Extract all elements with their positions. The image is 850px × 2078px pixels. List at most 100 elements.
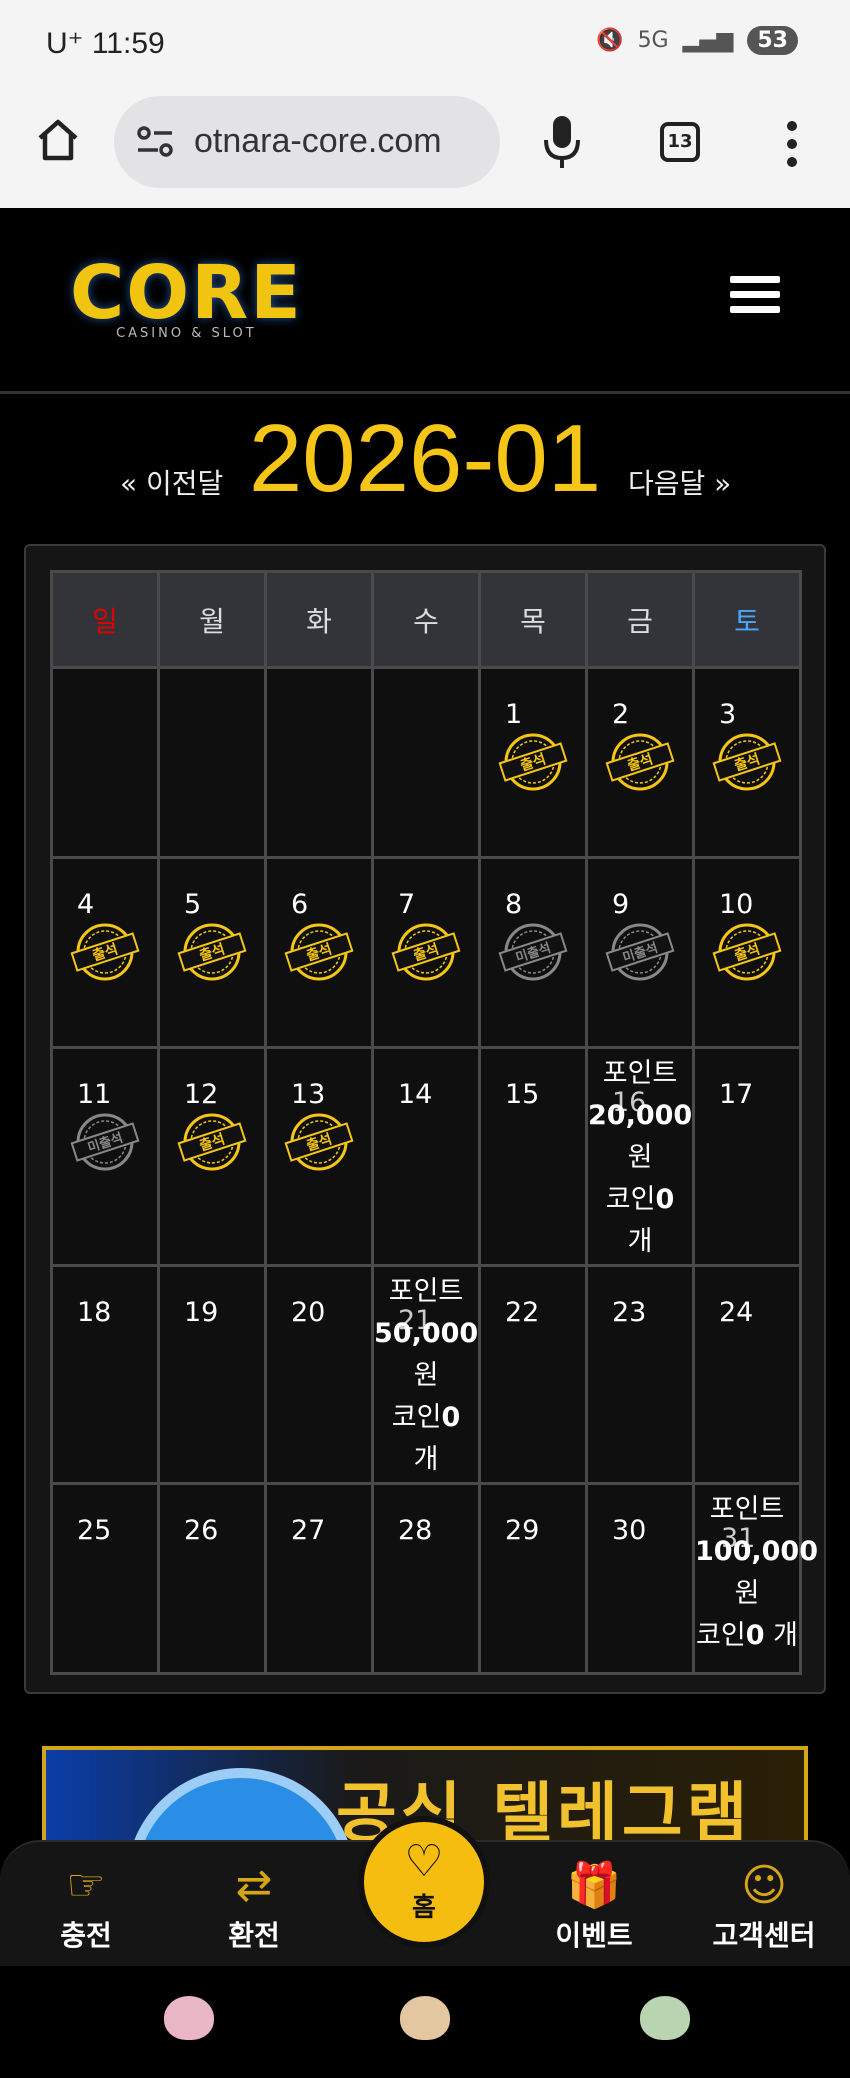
day-number: 28: [398, 1515, 433, 1546]
microphone-icon[interactable]: [540, 112, 584, 172]
calendar-cell: 1 출석: [478, 666, 588, 859]
svg-text:출석: 출석: [197, 1130, 227, 1154]
day-number: 6: [291, 889, 309, 920]
prize-amount: 50,000: [374, 1318, 479, 1349]
prize-amount: 100,000: [695, 1536, 818, 1567]
attended-stamp: 출석: [69, 921, 141, 983]
day-number: 5: [184, 889, 202, 920]
attended-stamp: 출석: [283, 921, 355, 983]
nav-exchange[interactable]: ⇄ 환전: [194, 1858, 314, 1954]
back-nav-icon[interactable]: [640, 1996, 690, 2040]
calendar-cell: 17: [692, 1046, 802, 1267]
signal-icon: ▂▄▆: [682, 28, 734, 53]
weekday-wed: 수: [371, 570, 481, 669]
day-number: 9: [612, 889, 630, 920]
calendar-table: 일 월 화 수 목 금 토 1 출석 2 출석 3 출석 4 출석 5 출석 6 출석 7 출…: [50, 570, 818, 1675]
nav-event[interactable]: 🎁 이벤트: [534, 1858, 654, 1954]
home-nav-icon[interactable]: [400, 1996, 450, 2040]
calendar-cell: 27: [264, 1482, 374, 1675]
prize-coin-unit: 개: [413, 1444, 439, 1475]
weekday-sun: 일: [50, 570, 160, 669]
nav-support[interactable]: ☺ 고객센터: [704, 1858, 824, 1954]
battery-indicator: 53: [747, 26, 798, 55]
calendar-cell: 10 출석: [692, 856, 802, 1049]
prize-info: 포인트 100,000 원 코인0 개: [695, 1485, 818, 1657]
site-header: CORE CASINO & SLOT: [0, 208, 850, 394]
next-month-link[interactable]: 다음달 »: [628, 462, 731, 502]
calendar-cell-empty: [264, 666, 374, 859]
prize-coin-count: 0: [441, 1402, 461, 1433]
day-number: 24: [719, 1297, 754, 1328]
calendar-cell-prize: 16 포인트 20,000 원 코인0 개: [585, 1046, 695, 1267]
calendar-cell: 29: [478, 1482, 588, 1675]
attended-stamp: 출석: [497, 731, 569, 793]
carrier-time: U⁺ 11:59: [46, 27, 165, 60]
svg-text:출석: 출석: [197, 940, 227, 964]
nav-event-label: 이벤트: [555, 1919, 633, 1952]
weekday-fri: 금: [585, 570, 695, 669]
day-number: 20: [291, 1297, 326, 1328]
calendar-cell: 14: [371, 1046, 481, 1267]
home-icon[interactable]: [34, 116, 82, 164]
address-bar[interactable]: otnara-core.com: [114, 96, 500, 188]
attended-stamp: 출석: [176, 1111, 248, 1173]
weekday-sat: 토: [692, 570, 802, 669]
svg-text:출석: 출석: [90, 940, 120, 964]
day-number: 2: [612, 699, 630, 730]
recent-apps-icon[interactable]: [164, 1996, 214, 2040]
prize-coin-count: 0: [745, 1620, 765, 1651]
calendar-cell: 30: [585, 1482, 695, 1675]
site-logo[interactable]: CORE CASINO & SLOT: [70, 256, 303, 341]
calendar-cell-empty: [371, 666, 481, 859]
url-text: otnara-core.com: [194, 122, 442, 160]
svg-text:출석: 출석: [625, 750, 655, 774]
prize-label: 포인트: [709, 1494, 785, 1525]
day-number: 13: [291, 1079, 326, 1110]
weekday-thu: 목: [478, 570, 588, 669]
attended-stamp: 출석: [711, 921, 783, 983]
calendar-cell: 26: [157, 1482, 267, 1675]
prize-coin: 코인: [605, 1184, 656, 1215]
attendance-calendar: 일 월 화 수 목 금 토 1 출석 2 출석 3 출석 4 출석 5 출석 6 출석 7 출…: [24, 544, 826, 1694]
calendar-cell: 19: [157, 1264, 267, 1485]
attended-stamp: 출석: [711, 731, 783, 793]
calendar-cell: 9 미출석: [585, 856, 695, 1049]
day-number: 1: [505, 699, 523, 730]
calendar-cell-prize: 21 포인트 50,000 원 코인0 개: [371, 1264, 481, 1485]
status-bar: U⁺ 11:59 🔇 5G ▂▄▆ 53: [0, 0, 850, 88]
prize-info: 포인트 20,000 원 코인0 개: [588, 1049, 692, 1263]
exchange-icon: ⇄: [235, 1860, 273, 1911]
calendar-cell: 25: [50, 1482, 160, 1675]
browser-toolbar: otnara-core.com 13: [0, 88, 850, 208]
site-settings-icon[interactable]: [136, 124, 176, 160]
nav-home-button[interactable]: ♡ 홈: [358, 1816, 490, 1948]
prize-unit: 원: [734, 1578, 760, 1609]
more-menu-icon[interactable]: [782, 118, 802, 170]
prize-coin-unit: 개: [773, 1620, 798, 1651]
calendar-cell: 4 출석: [50, 856, 160, 1049]
tab-switcher-button[interactable]: 13: [660, 122, 700, 162]
gift-icon: 🎁: [566, 1860, 622, 1911]
day-number: 12: [184, 1079, 219, 1110]
prize-unit: 원: [413, 1360, 439, 1391]
svg-text:출석: 출석: [304, 1130, 334, 1154]
day-number: 11: [77, 1079, 112, 1110]
calendar-cell: 23: [585, 1264, 695, 1485]
charge-icon: ☞: [66, 1860, 106, 1911]
svg-text:출석: 출석: [411, 940, 441, 964]
status-icons: 🔇 5G ▂▄▆ 53: [596, 26, 798, 55]
hamburger-menu-icon[interactable]: [730, 276, 780, 316]
calendar-cell: 12 출석: [157, 1046, 267, 1267]
nav-charge-label: 충전: [60, 1919, 112, 1952]
home-heart-icon: ♡: [404, 1836, 444, 1887]
nav-charge[interactable]: ☞ 충전: [26, 1858, 146, 1954]
missed-stamp: 미출석: [604, 921, 676, 983]
calendar-cell: 28: [371, 1482, 481, 1675]
weekday-tue: 화: [264, 570, 374, 669]
prize-unit: 원: [627, 1142, 653, 1173]
prize-amount: 20,000: [588, 1100, 693, 1131]
calendar-cell: 5 출석: [157, 856, 267, 1049]
day-number: 23: [612, 1297, 647, 1328]
calendar-cell: 2 출석: [585, 666, 695, 859]
calendar-cell-empty: [157, 666, 267, 859]
